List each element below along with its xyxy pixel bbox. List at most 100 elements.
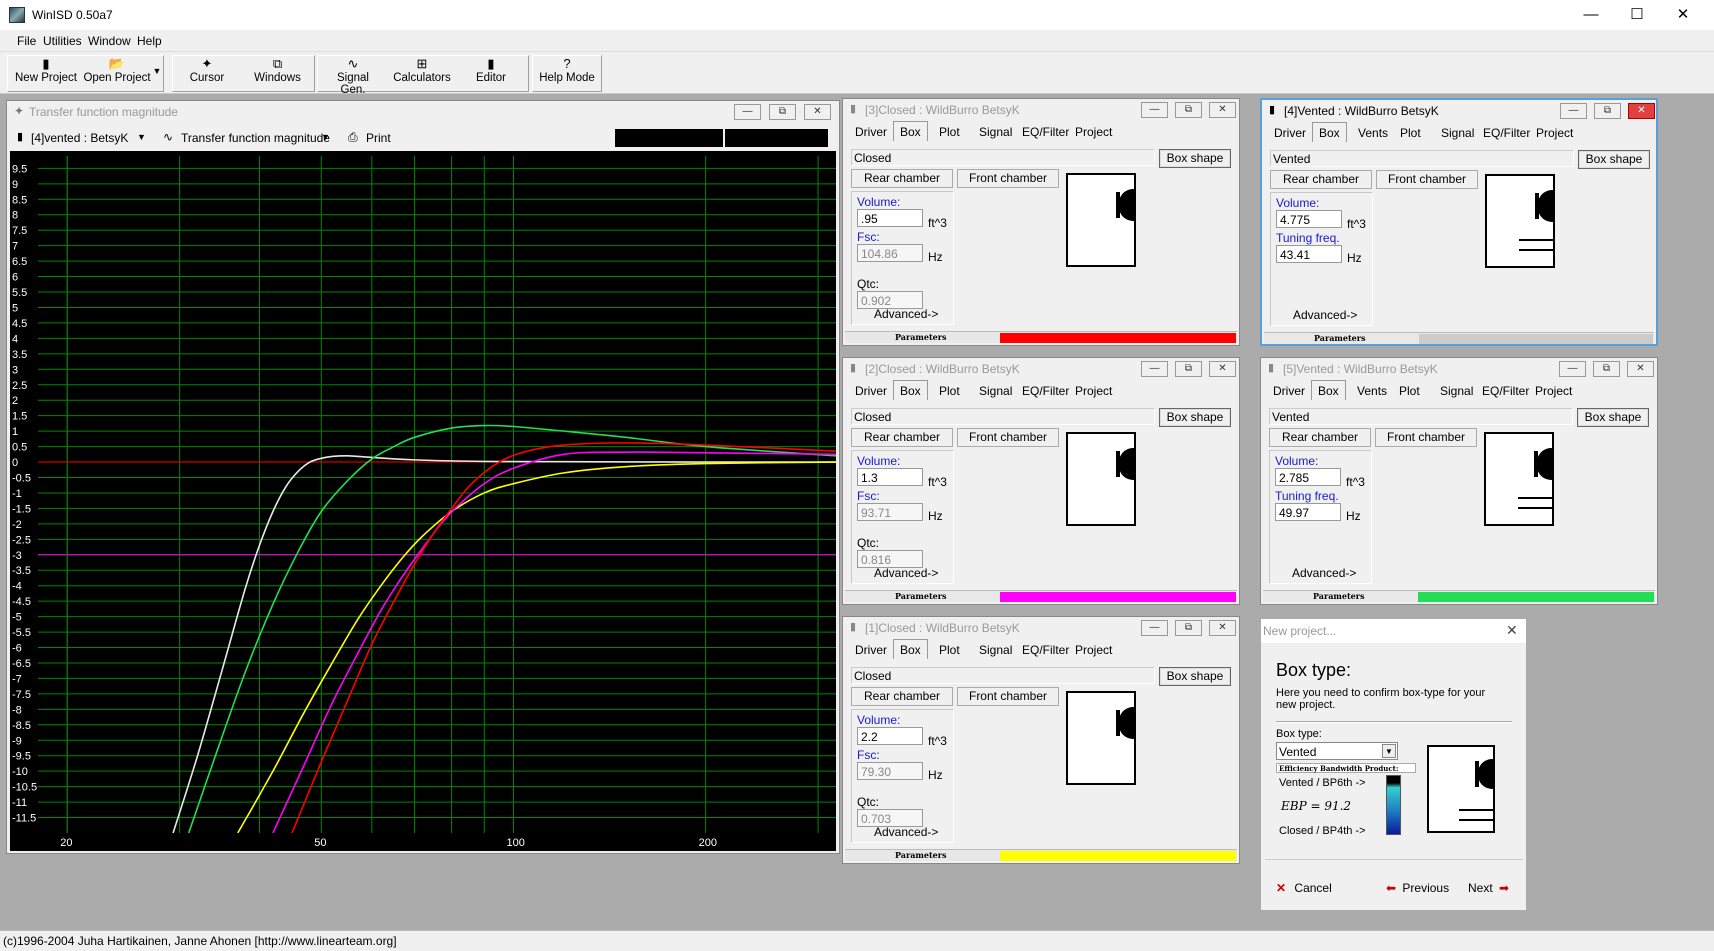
project-select-chevron-down-icon[interactable]: ▼ [137,132,146,142]
tab-signal[interactable]: Signal [1435,124,1480,142]
transfer-function-chart[interactable]: 9.5 9 8.5 8 7.5 7 6.5 6 5.5 5 4.5 4 3.5 3 2.5 2 1.5 1 0.5 0… [10,151,836,851]
box-close-icon[interactable]: ✕ [1209,102,1236,118]
rear-chamber-tab[interactable]: Rear chamber [1270,170,1372,189]
cancel-button[interactable]: ✕ Cancel [1276,881,1332,895]
box-restore-icon[interactable]: ⧉ [1175,361,1202,377]
box-restore-icon[interactable]: ⧉ [1593,361,1620,377]
volume-field[interactable]: 1.3 [857,468,923,486]
project-color-swatch[interactable] [1000,851,1236,861]
cursor-button[interactable]: ✦ Cursor [182,56,232,84]
menu-utilities[interactable]: Utilities [43,34,82,48]
box-close-icon[interactable]: ✕ [1209,361,1236,377]
box-close-icon[interactable]: ✕ [1628,103,1655,119]
help-mode-button[interactable]: ? Help Mode [538,56,596,84]
advanced-button[interactable]: Advanced-> [874,307,938,321]
tab-project[interactable]: Project [1530,124,1579,142]
box-minimize-icon[interactable]: — [1141,361,1168,377]
tab-box[interactable]: Box [893,380,928,400]
tab-plot[interactable]: Plot [1393,382,1426,400]
volume-field[interactable]: 4.775 [1276,210,1342,228]
freq-field[interactable]: 43.41 [1276,245,1342,263]
advanced-button[interactable]: Advanced-> [874,825,938,839]
advanced-button[interactable]: Advanced-> [1293,308,1357,322]
plot-minimize-icon[interactable]: — [734,104,761,120]
tab-eq-filter[interactable]: EQ/Filter [1016,382,1075,400]
box-minimize-icon[interactable]: — [1559,361,1586,377]
graph-type-select[interactable]: Transfer function magnitude [181,131,330,145]
tab-box[interactable]: Box [1311,380,1346,400]
project-color-swatch[interactable] [1418,592,1654,602]
dialog-close-icon[interactable]: ✕ [1506,622,1518,639]
box-minimize-icon[interactable]: — [1560,103,1587,119]
tab-eq-filter[interactable]: EQ/Filter [1477,124,1536,142]
tab-project[interactable]: Project [1069,382,1118,400]
rear-chamber-tab[interactable]: Rear chamber [851,687,953,706]
plot-window-title[interactable]: ✦ Transfer function magnitude [7,101,839,123]
box-restore-icon[interactable]: ⧉ [1175,620,1202,636]
signal-gen-button[interactable]: ∿ Signal Gen. [323,56,383,96]
box-shape-button[interactable]: Box shape [1577,408,1649,427]
box-restore-icon[interactable]: ⧉ [1594,103,1621,119]
tab-plot[interactable]: Plot [933,382,966,400]
front-chamber-tab[interactable]: Front chamber [957,428,1059,447]
box-shape-button[interactable]: Box shape [1578,150,1650,169]
tab-driver[interactable]: Driver [1268,124,1312,142]
open-recent-dropdown-icon[interactable]: ▼ [151,66,163,76]
tab-signal[interactable]: Signal [973,641,1018,659]
freq-field[interactable]: 49.97 [1275,503,1341,521]
tab-project[interactable]: Project [1529,382,1578,400]
rear-chamber-tab[interactable]: Rear chamber [1269,428,1371,447]
tab-vents[interactable]: Vents [1351,382,1393,400]
volume-field[interactable]: 2.2 [857,727,923,745]
tab-project[interactable]: Project [1069,123,1118,141]
plot-restore-icon[interactable]: ⧉ [769,104,796,120]
tab-project[interactable]: Project [1069,641,1118,659]
rear-chamber-tab[interactable]: Rear chamber [851,169,953,188]
graph-type-chevron-down-icon[interactable]: ▼ [321,132,330,142]
editor-button[interactable]: ▮ Editor [472,56,510,84]
advanced-button[interactable]: Advanced-> [874,566,938,580]
tab-eq-filter[interactable]: EQ/Filter [1016,123,1075,141]
project-color-swatch[interactable] [1000,592,1236,602]
volume-field[interactable]: 2.785 [1275,468,1341,486]
project-color-swatch[interactable] [1000,333,1236,343]
project-color-swatch[interactable] [1419,334,1653,344]
minimize-icon[interactable]: — [1568,0,1614,30]
tab-driver[interactable]: Driver [849,382,893,400]
front-chamber-tab[interactable]: Front chamber [1375,428,1477,447]
windows-button[interactable]: ⧉ Windows [250,56,305,84]
previous-button[interactable]: ⬅ Previous [1386,881,1449,895]
project-select[interactable]: [4]vented : BetsyK [31,131,128,145]
menu-help[interactable]: Help [137,34,162,48]
close-icon[interactable]: ✕ [1660,0,1706,30]
tab-box[interactable]: Box [1312,122,1347,142]
tab-driver[interactable]: Driver [849,123,893,141]
calculators-button[interactable]: ⊞ Calculators [393,56,451,84]
plot-close-icon[interactable]: ✕ [804,104,831,120]
front-chamber-tab[interactable]: Front chamber [1376,170,1478,189]
tab-vents[interactable]: Vents [1352,124,1394,142]
box-shape-button[interactable]: Box shape [1159,149,1231,168]
box-close-icon[interactable]: ✕ [1209,620,1236,636]
box-restore-icon[interactable]: ⧉ [1175,102,1202,118]
menu-file[interactable]: File [17,34,36,48]
rear-chamber-tab[interactable]: Rear chamber [851,428,953,447]
tab-plot[interactable]: Plot [1394,124,1427,142]
tab-eq-filter[interactable]: EQ/Filter [1016,641,1075,659]
tab-driver[interactable]: Driver [849,641,893,659]
new-project-button[interactable]: ▮ New Project [14,56,78,84]
box-shape-button[interactable]: Box shape [1159,408,1231,427]
next-button[interactable]: Next ➡ [1468,881,1509,895]
tab-box[interactable]: Box [893,121,928,141]
print-button[interactable]: Print [366,131,391,145]
menu-window[interactable]: Window [88,34,131,48]
tab-box[interactable]: Box [893,639,928,659]
volume-field[interactable]: .95 [857,209,923,227]
maximize-icon[interactable]: ☐ [1614,0,1660,30]
tab-signal[interactable]: Signal [1434,382,1479,400]
tab-driver[interactable]: Driver [1267,382,1311,400]
open-project-button[interactable]: 📂 Open Project [82,56,152,84]
tab-eq-filter[interactable]: EQ/Filter [1476,382,1535,400]
advanced-button[interactable]: Advanced-> [1292,566,1356,580]
front-chamber-tab[interactable]: Front chamber [957,169,1059,188]
